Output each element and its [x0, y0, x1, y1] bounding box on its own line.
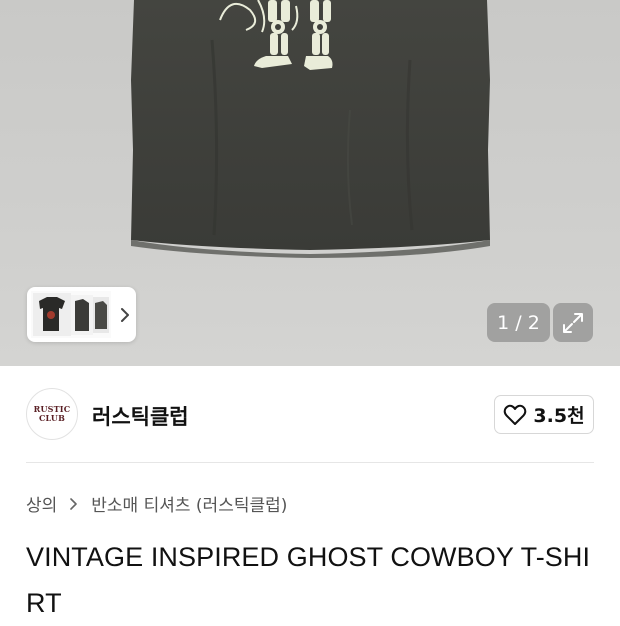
brand-logo[interactable]: RUSTIC CLUB: [26, 388, 78, 440]
divider: [26, 462, 594, 463]
image-counter-text: 1 / 2: [497, 311, 540, 334]
breadcrumb-item-category[interactable]: 상의: [26, 491, 57, 516]
chevron-right-icon: [70, 497, 78, 510]
breadcrumb: 상의 반소매 티셔츠 (러스틱클럽): [26, 491, 287, 516]
brand-name[interactable]: 러스틱클럽: [92, 401, 189, 431]
image-counter: 1 / 2: [487, 303, 550, 342]
like-button[interactable]: 3.5천: [494, 395, 594, 434]
brand-row[interactable]: RUSTIC CLUB 러스틱클럽 3.5천: [0, 366, 620, 463]
product-image-gallery[interactable]: 1 / 2: [0, 0, 620, 366]
expand-icon: [563, 312, 583, 333]
breadcrumb-item-subcategory[interactable]: 반소매 티셔츠 (러스틱클럽): [91, 491, 287, 516]
thumbnail-images: [31, 291, 111, 338]
like-count: 3.5천: [533, 405, 585, 427]
expand-button[interactable]: [553, 303, 593, 342]
heart-icon: [504, 404, 527, 425]
product-title: VINTAGE INSPIRED GHOST COWBOY T-SHIRT: [26, 542, 591, 618]
thumbnail-strip[interactable]: [27, 287, 136, 342]
brand-logo-line2: CLUB: [38, 413, 66, 423]
chevron-right-icon: [121, 307, 129, 322]
